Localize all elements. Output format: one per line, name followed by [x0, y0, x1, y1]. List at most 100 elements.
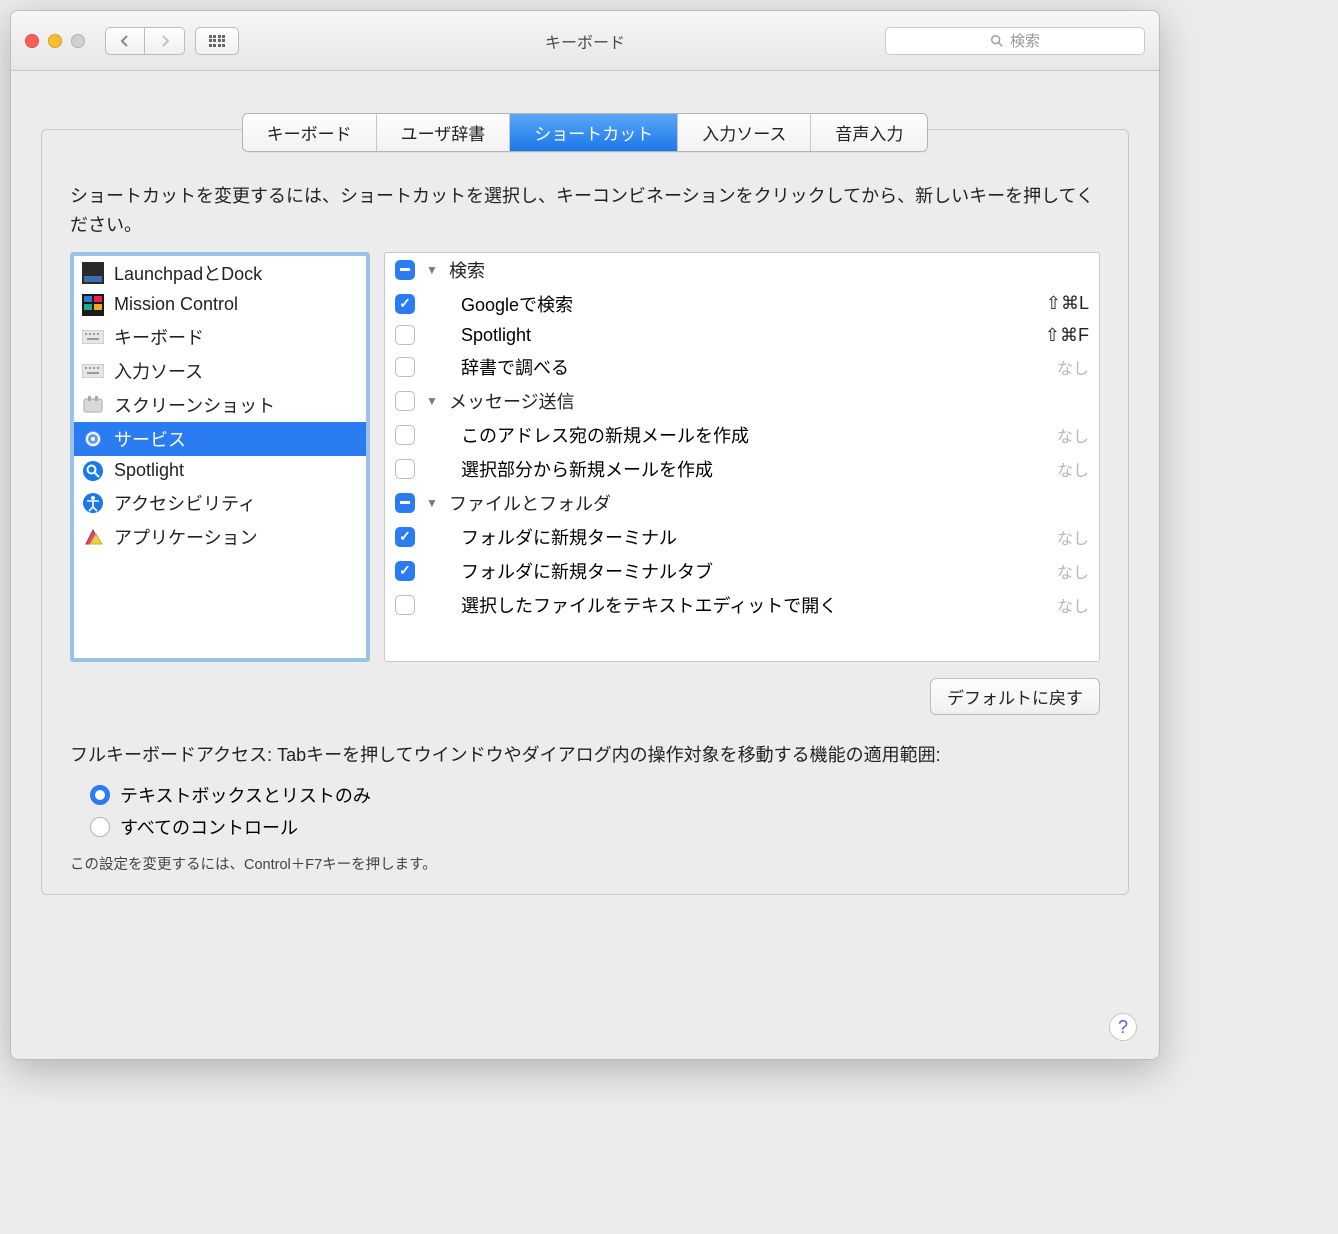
- shortcut-item-1-0[interactable]: このアドレス宛の新規メールを作成なし: [385, 418, 1099, 452]
- category-label: スクリーンショット: [114, 392, 275, 418]
- launchpad-icon: [82, 262, 104, 284]
- item-label: このアドレス宛の新規メールを作成: [425, 422, 1047, 448]
- tab-row: キーボードユーザ辞書ショートカット入力ソース音声入力: [42, 113, 1128, 152]
- category-label: LaunchpadとDock: [114, 260, 262, 286]
- category-item-1[interactable]: Mission Control: [74, 290, 366, 320]
- item-label: フォルダに新規ターミナルタブ: [425, 558, 1047, 584]
- item-checkbox[interactable]: [395, 425, 415, 445]
- category-item-0[interactable]: LaunchpadとDock: [74, 256, 366, 290]
- item-shortcut[interactable]: なし: [1057, 525, 1089, 549]
- disclosure-triangle-icon[interactable]: ▼: [425, 263, 439, 277]
- shortcut-item-0-1[interactable]: Spotlight ⇧⌘F: [385, 321, 1099, 350]
- chevron-right-icon: [160, 35, 170, 47]
- fka-radio-group: テキストボックスとリストのみすべてのコントロール: [90, 779, 1100, 843]
- tab-4[interactable]: 音声入力: [811, 114, 927, 151]
- category-label: Spotlight: [114, 460, 184, 481]
- item-checkbox[interactable]: [395, 357, 415, 377]
- fka-radio-1[interactable]: すべてのコントロール: [90, 811, 1100, 843]
- grid-icon: [209, 35, 226, 47]
- category-item-6[interactable]: Spotlight: [74, 456, 366, 486]
- apps-icon: [82, 526, 104, 548]
- category-item-3[interactable]: 入力ソース: [74, 354, 366, 388]
- item-checkbox[interactable]: [395, 595, 415, 615]
- tab-1[interactable]: ユーザ辞書: [377, 114, 511, 151]
- forward-button[interactable]: [145, 27, 185, 55]
- search-input[interactable]: 検索: [885, 27, 1145, 55]
- help-button[interactable]: ?: [1109, 1013, 1137, 1041]
- window-title: キーボード: [545, 29, 625, 53]
- category-item-8[interactable]: アプリケーション: [74, 520, 366, 554]
- fka-hint: この設定を変更するには、Control＋F7キーを押します。: [70, 853, 1100, 874]
- category-item-2[interactable]: キーボード: [74, 320, 366, 354]
- shortcut-item-0-2[interactable]: 辞書で調べるなし: [385, 350, 1099, 384]
- nav-buttons: [105, 27, 185, 55]
- shortcut-group-0[interactable]: ▼ 検索: [385, 253, 1099, 287]
- category-label: キーボード: [114, 324, 204, 350]
- category-list[interactable]: LaunchpadとDock Mission Control キーボード入力ソースス…: [70, 252, 370, 662]
- shortcut-list[interactable]: ▼ 検索 Googleで検索 ⇧⌘L Spotlight ⇧⌘F 辞書で調べるなし▼メッセー…: [384, 252, 1100, 662]
- minimize-window-button[interactable]: [48, 34, 62, 48]
- item-shortcut[interactable]: なし: [1057, 355, 1089, 379]
- search-icon: [990, 34, 1004, 48]
- full-keyboard-access-label: フルキーボードアクセス: Tabキーを押してウインドウやダイアログ内の操作対象を…: [70, 741, 1100, 770]
- item-label: Googleで検索: [425, 291, 1036, 317]
- category-label: アクセシビリティ: [114, 490, 256, 516]
- item-shortcut[interactable]: ⇧⌘L: [1046, 293, 1089, 314]
- item-checkbox[interactable]: [395, 294, 415, 314]
- item-shortcut[interactable]: なし: [1057, 593, 1089, 617]
- tab-0[interactable]: キーボード: [243, 114, 377, 151]
- shortcut-item-2-0[interactable]: フォルダに新規ターミナルなし: [385, 520, 1099, 554]
- item-checkbox[interactable]: [395, 527, 415, 547]
- item-shortcut[interactable]: ⇧⌘F: [1045, 325, 1089, 346]
- item-label: 選択部分から新規メールを作成: [425, 456, 1047, 482]
- item-label: Spotlight: [425, 325, 1035, 346]
- close-window-button[interactable]: [25, 34, 39, 48]
- category-item-5[interactable]: サービス: [74, 422, 366, 456]
- item-shortcut[interactable]: なし: [1057, 559, 1089, 583]
- item-checkbox[interactable]: [395, 459, 415, 479]
- disclosure-triangle-icon[interactable]: ▼: [425, 394, 439, 408]
- category-label: アプリケーション: [114, 524, 258, 550]
- category-item-7[interactable]: アクセシビリティ: [74, 486, 366, 520]
- main-panel: キーボードユーザ辞書ショートカット入力ソース音声入力 ショートカットを変更するに…: [41, 129, 1129, 895]
- radio-label: すべてのコントロール: [120, 814, 298, 840]
- item-shortcut[interactable]: なし: [1057, 423, 1089, 447]
- shortcut-item-0-0[interactable]: Googleで検索 ⇧⌘L: [385, 287, 1099, 321]
- radio-button[interactable]: [90, 817, 110, 837]
- search-placeholder: 検索: [1010, 30, 1040, 51]
- group-checkbox[interactable]: [395, 260, 415, 280]
- show-all-button[interactable]: [195, 27, 239, 55]
- mission-icon: [82, 294, 104, 316]
- shortcut-group-1[interactable]: ▼メッセージ送信: [385, 384, 1099, 418]
- shortcut-group-2[interactable]: ▼ファイルとフォルダ: [385, 486, 1099, 520]
- zoom-window-button[interactable]: [71, 34, 85, 48]
- disclosure-triangle-icon[interactable]: ▼: [425, 496, 439, 510]
- gear-icon: [82, 428, 104, 450]
- group-label: 検索: [449, 257, 485, 283]
- item-checkbox[interactable]: [395, 325, 415, 345]
- radio-label: テキストボックスとリストのみ: [120, 782, 371, 808]
- shortcut-item-2-2[interactable]: 選択したファイルをテキストエディットで開くなし: [385, 588, 1099, 622]
- group-checkbox[interactable]: [395, 391, 415, 411]
- keyboard-icon: [82, 360, 104, 382]
- radio-button[interactable]: [90, 785, 110, 805]
- accessibility-icon: [82, 492, 104, 514]
- tab-3[interactable]: 入力ソース: [678, 114, 811, 151]
- tab-2[interactable]: ショートカット: [510, 114, 678, 151]
- category-item-4[interactable]: スクリーンショット: [74, 388, 366, 422]
- instruction-text: ショートカットを変更するには、ショートカットを選択し、キーコンビネーションをクリ…: [70, 182, 1100, 240]
- titlebar: キーボード 検索: [11, 11, 1159, 71]
- shortcut-item-2-1[interactable]: フォルダに新規ターミナルタブなし: [385, 554, 1099, 588]
- category-label: サービス: [114, 426, 186, 452]
- chevron-left-icon: [120, 35, 130, 47]
- item-checkbox[interactable]: [395, 561, 415, 581]
- item-shortcut[interactable]: なし: [1057, 457, 1089, 481]
- fka-radio-0[interactable]: テキストボックスとリストのみ: [90, 779, 1100, 811]
- restore-defaults-button[interactable]: デフォルトに戻す: [930, 678, 1100, 715]
- spotlight-icon: [82, 460, 104, 482]
- group-checkbox[interactable]: [395, 493, 415, 513]
- keyboard-icon: [82, 326, 104, 348]
- category-label: Mission Control: [114, 294, 238, 315]
- shortcut-item-1-1[interactable]: 選択部分から新規メールを作成なし: [385, 452, 1099, 486]
- back-button[interactable]: [105, 27, 145, 55]
